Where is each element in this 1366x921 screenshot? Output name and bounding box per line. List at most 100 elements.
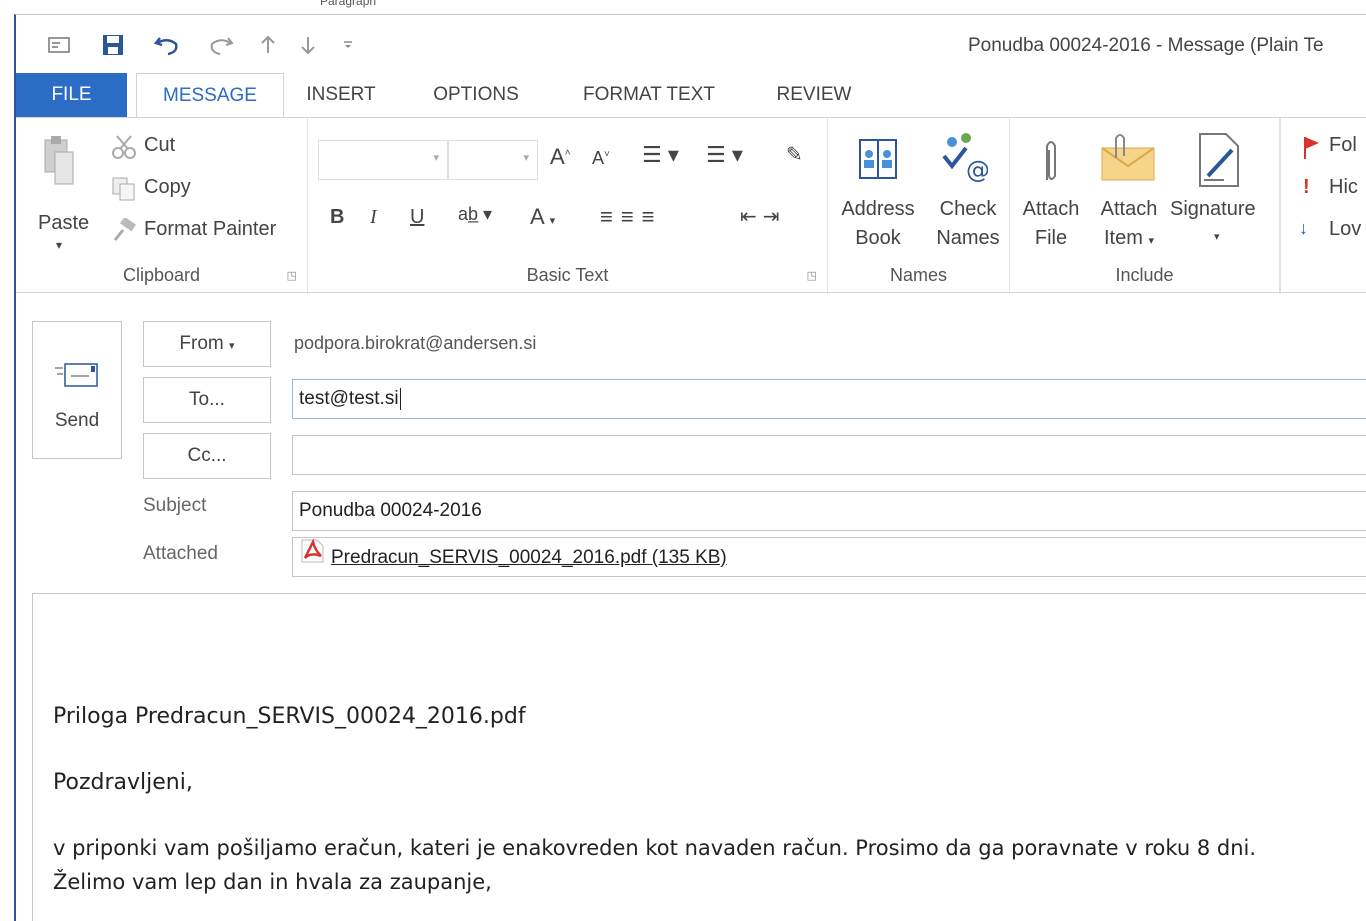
- copy-icon: [110, 176, 138, 202]
- clear-formatting-icon[interactable]: ✎: [786, 142, 803, 167]
- body-line-message: v priponki vam pošiljamo eračun, kateri …: [53, 836, 1257, 860]
- bullets-icon[interactable]: ☰ ▾: [642, 142, 679, 168]
- cut-button[interactable]: Cut: [144, 134, 175, 157]
- down-arrow-icon[interactable]: [288, 29, 328, 61]
- ribbon-tabs: FILE MESSAGE INSERT OPTIONS FORMAT TEXT …: [16, 73, 1366, 118]
- ribbon: Paste ▾ Cut Copy Format Painter Clipboar…: [16, 117, 1366, 294]
- high-importance-icon: !: [1303, 176, 1310, 198]
- subject-label: Subject: [143, 495, 207, 516]
- basic-text-launcher-icon[interactable]: ◳: [807, 269, 817, 282]
- font-color-button[interactable]: A ▾: [530, 204, 555, 230]
- address-book-button[interactable]: Address Book: [838, 198, 918, 250]
- format-painter-button[interactable]: Format Painter: [144, 218, 276, 241]
- address-line2: Book: [855, 227, 901, 249]
- attach-file-button[interactable]: Attach File: [1014, 198, 1088, 250]
- attachment-area: Predracun_SERVIS_00024_2016.pdf (135 KB): [292, 537, 1366, 577]
- format-painter-icon: [110, 218, 138, 244]
- bold-button[interactable]: B: [330, 206, 344, 229]
- body-line-closing: Želimo vam lep dan in hvala za zaupanje,: [53, 870, 492, 894]
- send-icon: [53, 362, 101, 393]
- low-importance-button[interactable]: Lov: [1329, 218, 1361, 241]
- tab-message[interactable]: MESSAGE: [136, 73, 284, 118]
- tab-options[interactable]: OPTIONS: [421, 73, 531, 117]
- paste-dropdown-icon[interactable]: ▾: [56, 238, 62, 252]
- include-group-label: Include: [1115, 265, 1174, 285]
- text-caret: [399, 387, 401, 410]
- indent-icons[interactable]: ⇤⇥: [740, 204, 786, 229]
- cc-button[interactable]: Cc...: [143, 433, 271, 479]
- grow-font-icon[interactable]: A˄: [550, 144, 571, 170]
- body-line-attachment: Priloga Predracun_SERVIS_00024_2016.pdf: [53, 704, 526, 729]
- attach-item-icon: [1100, 132, 1156, 186]
- to-value: test@test.si: [299, 388, 399, 409]
- title-bar: Ponudba 00024-2016 - Message (Plain Te: [16, 15, 1366, 73]
- paste-label[interactable]: Paste: [38, 212, 89, 235]
- attachment-link[interactable]: Predracun_SERVIS_00024_2016.pdf (135 KB): [331, 547, 727, 568]
- check-line1: Check: [939, 198, 997, 220]
- clipboard-launcher-icon[interactable]: ◳: [287, 269, 297, 282]
- align-icons[interactable]: ≡≡≡: [600, 204, 663, 230]
- clipboard-group: Paste ▾ Cut Copy Format Painter Clipboar…: [16, 118, 308, 294]
- tab-file[interactable]: FILE: [16, 73, 127, 117]
- scissors-icon: [110, 134, 138, 160]
- numbering-icon[interactable]: ☰ ▾: [706, 142, 743, 168]
- check-names-icon: @: [938, 130, 988, 186]
- pdf-icon: [299, 538, 325, 578]
- attach-item-button[interactable]: Attach Item ▾: [1094, 198, 1164, 250]
- attach-file-line2: File: [1034, 227, 1068, 249]
- signature-icon: [1192, 132, 1244, 188]
- flag-icon: [1301, 134, 1321, 160]
- svg-text:@: @: [966, 156, 988, 184]
- tags-group: Fol ! Hic ↓ Lov: [1280, 118, 1366, 294]
- window-title: Ponudba 00024-2016 - Message (Plain Te: [968, 35, 1324, 56]
- signature-button[interactable]: Signature: [1170, 198, 1256, 221]
- paste-icon[interactable]: [38, 132, 80, 188]
- to-button[interactable]: To...: [143, 377, 271, 423]
- to-field[interactable]: test@test.si: [292, 379, 1366, 419]
- basic-text-group: ▾ ▾ A˄ A˅ ☰ ▾ ☰ ▾ ✎ B I U ab̲ ▾ A ▾ ≡≡≡ …: [308, 118, 828, 294]
- subject-field[interactable]: Ponudba 00024-2016: [292, 491, 1366, 531]
- check-line2: Names: [936, 227, 1000, 249]
- up-arrow-icon[interactable]: [248, 29, 288, 61]
- from-label: From: [179, 333, 224, 354]
- font-name-dropdown[interactable]: ▾: [318, 140, 448, 180]
- cc-field[interactable]: [292, 435, 1366, 475]
- copy-button[interactable]: Copy: [144, 176, 191, 199]
- tab-review[interactable]: REVIEW: [764, 73, 864, 117]
- attach-item-line2: Item: [1104, 227, 1143, 249]
- tab-insert[interactable]: INSERT: [296, 73, 386, 117]
- highlight-icon[interactable]: ab̲ ▾: [458, 204, 492, 225]
- from-button[interactable]: From ▾: [143, 321, 271, 367]
- signature-dropdown-icon[interactable]: ▾: [1214, 230, 1220, 243]
- low-importance-icon: ↓: [1299, 218, 1308, 238]
- background-window-strip: Paragraph: [0, 0, 1366, 14]
- message-window: Ponudba 00024-2016 - Message (Plain Te F…: [14, 14, 1366, 921]
- names-group-label: Names: [889, 265, 947, 285]
- from-value: podpora.birokrat@andersen.si: [294, 333, 537, 353]
- font-size-dropdown[interactable]: ▾: [448, 140, 538, 180]
- tab-format-text[interactable]: FORMAT TEXT: [566, 73, 732, 117]
- include-group: Attach File Attach Item ▾ Signature ▾ In…: [1010, 118, 1280, 294]
- redo-icon[interactable]: [194, 29, 248, 61]
- address-line1: Address: [841, 198, 915, 220]
- attached-label: Attached: [143, 543, 218, 564]
- message-icon[interactable]: [32, 29, 86, 61]
- check-names-button[interactable]: Check Names: [932, 198, 1004, 250]
- underline-button[interactable]: U: [410, 206, 424, 229]
- undo-icon[interactable]: [140, 29, 194, 61]
- follow-up-button[interactable]: Fol: [1329, 134, 1357, 157]
- message-body[interactable]: Priloga Predracun_SERVIS_00024_2016.pdf …: [32, 593, 1366, 921]
- body-line-greeting: Pozdravljeni,: [53, 770, 193, 795]
- chevron-down-icon: ▾: [229, 340, 235, 352]
- customize-icon[interactable]: [328, 29, 368, 61]
- send-label: Send: [54, 410, 100, 431]
- send-button[interactable]: Send: [32, 321, 122, 459]
- save-icon[interactable]: [86, 29, 140, 61]
- italic-button[interactable]: I: [370, 206, 377, 229]
- background-window-text: Paragraph: [320, 0, 377, 8]
- paperclip-icon: [1036, 134, 1066, 188]
- shrink-font-icon[interactable]: A˅: [592, 148, 610, 169]
- font-color-label: A: [530, 204, 544, 229]
- high-importance-button[interactable]: Hic: [1329, 176, 1358, 199]
- address-book-icon: [858, 134, 898, 184]
